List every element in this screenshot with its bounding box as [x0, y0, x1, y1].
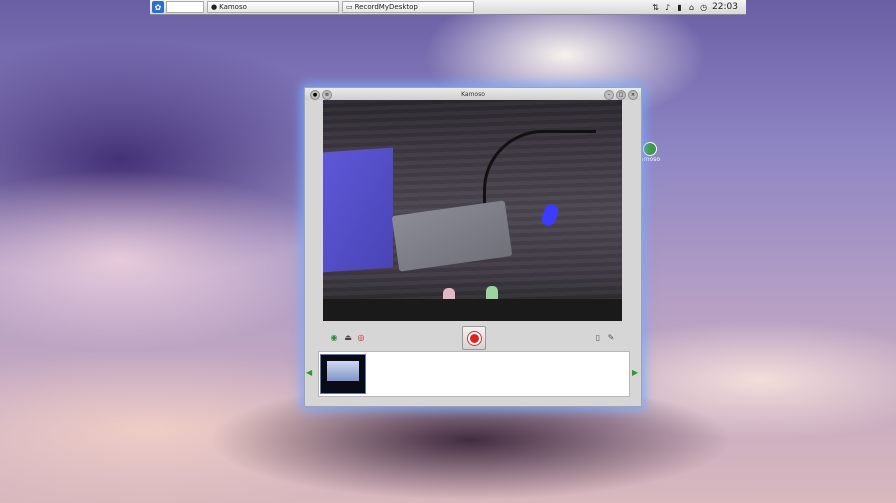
webcam-icon[interactable]: ◉ — [329, 332, 339, 342]
volume-icon[interactable]: ♪ — [663, 3, 672, 12]
network-icon[interactable]: ⇅ — [651, 3, 660, 12]
record-icon — [469, 333, 479, 343]
kamoso-task-icon: ● — [211, 3, 218, 11]
clock[interactable]: 22:03 — [712, 2, 738, 12]
system-tray: ⇅ ♪ ▮ ⌂ ◷ — [651, 3, 708, 12]
filmstrip — [318, 351, 630, 397]
maximize-button[interactable]: □ — [616, 90, 626, 100]
filmstrip-thumbnail[interactable] — [320, 354, 366, 394]
titlebar-right: – □ × — [602, 90, 638, 100]
task-kamoso-label: Kamoso — [219, 3, 247, 11]
kamoso-desktop-icon — [643, 142, 657, 156]
record-task-icon: ▭ — [346, 3, 353, 11]
eject-icon[interactable]: ⏏ — [343, 332, 353, 342]
record-button[interactable] — [462, 326, 486, 350]
record-mode-icon[interactable]: ◎ — [356, 332, 366, 342]
task-kamoso[interactable]: ● Kamoso — [207, 1, 339, 13]
battery-icon[interactable]: ▮ — [675, 3, 684, 12]
taskbar: ✿ ● Kamoso ▭ RecordMyDesktop ⇅ ♪ ▮ ⌂ ◷ 2… — [150, 0, 746, 15]
desktop-pager[interactable] — [166, 1, 204, 13]
settings-icon[interactable]: ✎ — [606, 332, 616, 342]
filmstrip-next-arrow[interactable]: ▶ — [632, 368, 638, 377]
task-recordmydesktop[interactable]: ▭ RecordMyDesktop — [342, 1, 474, 13]
clock-icon: ◷ — [700, 2, 708, 12]
window-title: Kamoso — [461, 90, 485, 98]
shade-button[interactable]: – — [604, 90, 614, 100]
kamoso-window: ● ≡ Kamoso – □ × ◉ ⏏ ◎ ▯ ✎ ◀ ▶ — [304, 87, 642, 407]
home-icon[interactable]: ⌂ — [687, 3, 696, 12]
preview-purple-box — [323, 147, 393, 273]
filmstrip-prev-arrow[interactable]: ◀ — [306, 368, 312, 377]
task-recordmydesktop-label: RecordMyDesktop — [354, 3, 418, 11]
window-titlebar[interactable]: ● ≡ Kamoso – □ × — [305, 88, 641, 100]
webcam-preview — [323, 100, 622, 321]
kde-launcher-icon[interactable]: ✿ — [152, 1, 164, 13]
controls-bar: ◉ ⏏ ◎ ▯ ✎ — [323, 326, 622, 350]
close-button[interactable]: × — [628, 90, 638, 100]
page-icon[interactable]: ▯ — [593, 332, 603, 342]
preview-bottom-shadow — [323, 299, 622, 321]
thumbnail-screen — [327, 361, 359, 381]
